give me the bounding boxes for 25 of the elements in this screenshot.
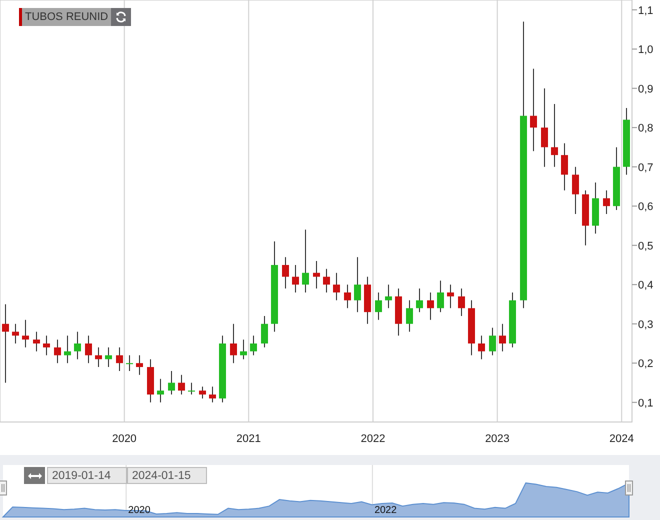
axis-label: 2020 bbox=[112, 433, 137, 445]
axis-label: 2023 bbox=[485, 433, 510, 445]
axis-label: 2024 bbox=[609, 433, 634, 445]
axis-label: 0,9 bbox=[638, 83, 654, 96]
axis-label: 0,8 bbox=[638, 122, 654, 135]
axis-label: 1,0 bbox=[638, 44, 654, 56]
axis-label: 2021 bbox=[236, 433, 261, 445]
axis-label: 0,2 bbox=[638, 358, 654, 370]
date-field[interactable]: 2019-01-14 bbox=[47, 467, 127, 484]
date-field[interactable]: 2024-01-15 bbox=[127, 467, 207, 484]
axis-label: 1,1 bbox=[638, 4, 654, 17]
axis-label: 0,5 bbox=[638, 240, 654, 252]
axis-label: 0,4 bbox=[638, 280, 654, 292]
range-handle[interactable] bbox=[0, 480, 7, 496]
axis-label: 0,6 bbox=[638, 201, 654, 214]
range-handle[interactable] bbox=[625, 480, 633, 496]
refresh-icon[interactable] bbox=[111, 8, 132, 26]
axis-label: 0,1 bbox=[638, 397, 654, 410]
axis-label: 2022 bbox=[360, 433, 386, 445]
legend-label[interactable]: TUBOS REUNID bbox=[19, 8, 112, 26]
axis-label: 2020 bbox=[128, 505, 150, 516]
axis-label: 0,3 bbox=[638, 318, 654, 331]
axis-label: 2022 bbox=[374, 505, 397, 516]
range-arrows-icon[interactable] bbox=[24, 467, 45, 484]
axis-label: 0,7 bbox=[638, 162, 654, 174]
